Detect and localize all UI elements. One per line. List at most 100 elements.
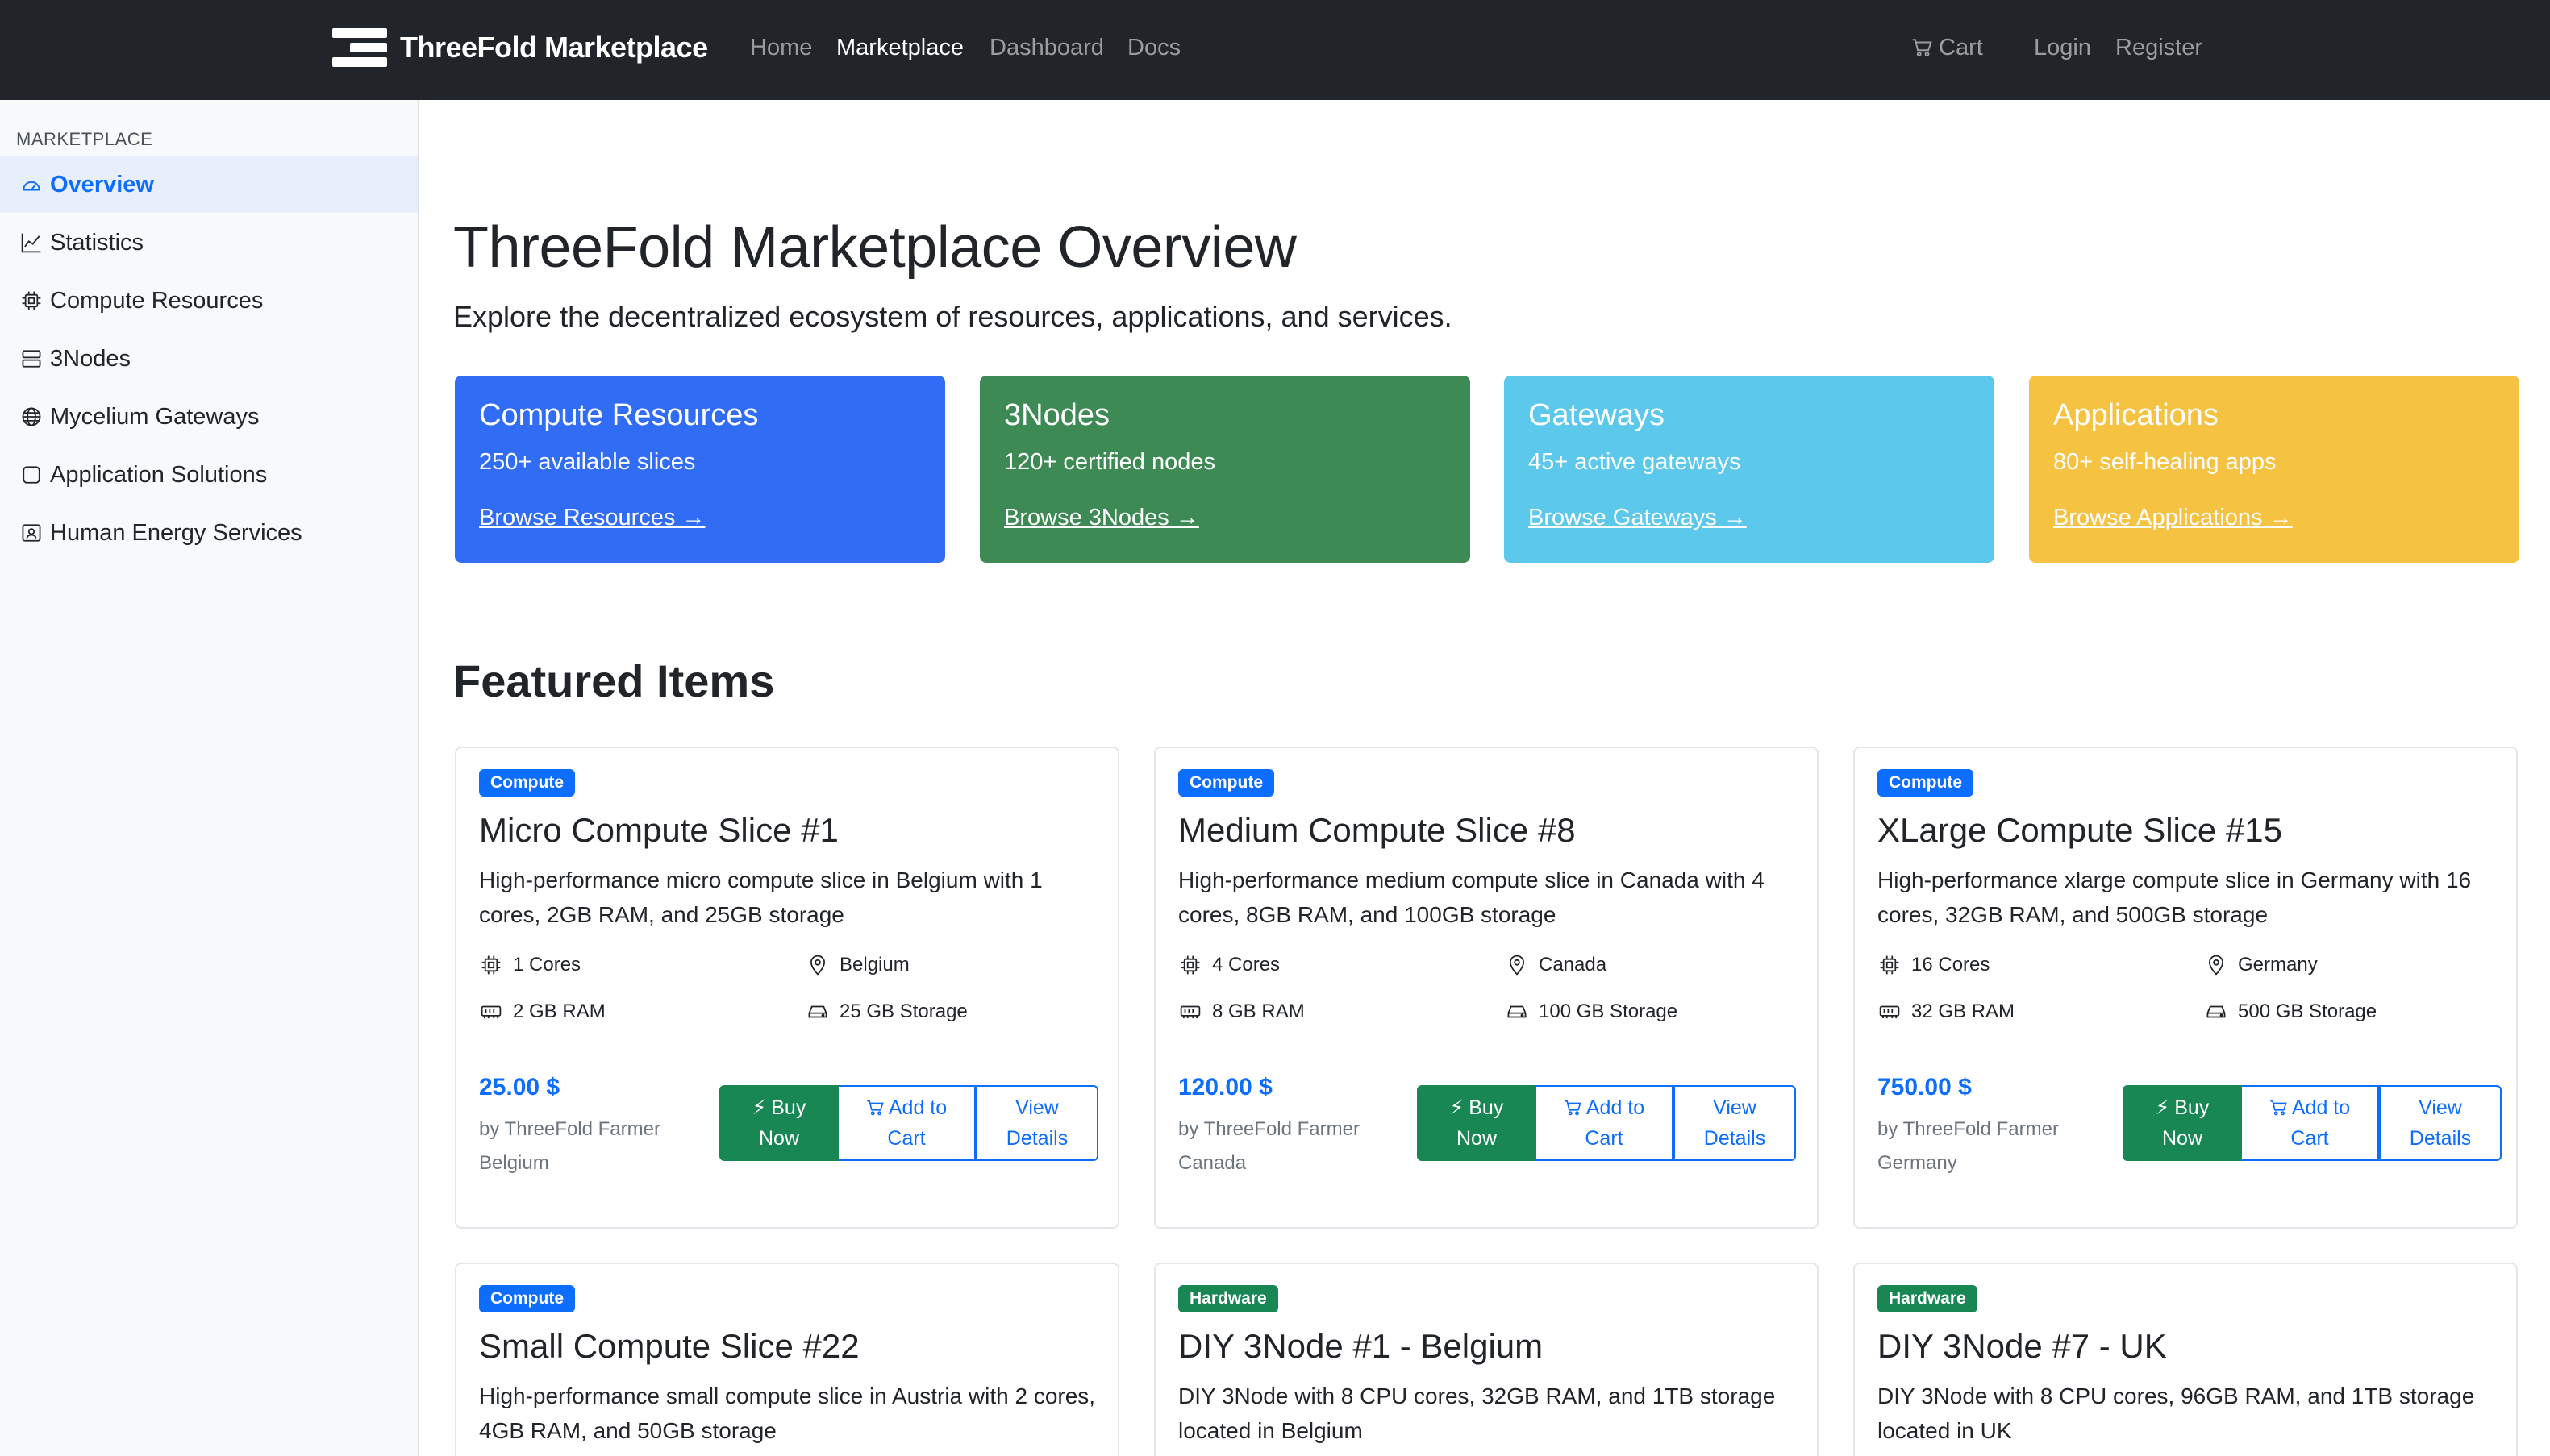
product-title[interactable]: Small Compute Slice #22 xyxy=(479,1327,1095,1366)
cart-icon xyxy=(867,1100,884,1116)
category-badge: Hardware xyxy=(1877,1285,1977,1312)
cpu-icon xyxy=(19,289,44,313)
memory-icon xyxy=(1877,1000,1902,1024)
sidebar-item-application-solutions[interactable]: Application Solutions xyxy=(0,447,418,503)
product-description: DIY 3Node with 8 CPU cores, 96GB RAM, an… xyxy=(1877,1383,2475,1443)
spec-value: 8 GB RAM xyxy=(1212,1000,1305,1022)
spec-value: 32 GB RAM xyxy=(1911,1000,2015,1022)
hdd-icon xyxy=(2204,1000,2228,1024)
spec-value: Canada xyxy=(1539,954,1607,976)
stat-card-title: Applications xyxy=(2053,398,2219,432)
app-icon xyxy=(19,463,44,487)
stat-card-subtitle: 45+ active gateways xyxy=(1528,449,1741,475)
stat-card-title: Compute Resources xyxy=(479,398,759,432)
stat-card-gateways: Gateways 45+ active gateways Browse Gate… xyxy=(1504,376,1994,563)
brand-link[interactable]: ThreeFold Marketplace xyxy=(332,23,708,73)
nav-marketplace[interactable]: Marketplace xyxy=(836,32,964,63)
browse-3nodes-link[interactable]: Browse 3Nodes → xyxy=(1004,505,1199,530)
product-title[interactable]: Micro Compute Slice #1 xyxy=(479,811,1095,850)
sidebar-item-compute-resources[interactable]: Compute Resources xyxy=(0,272,418,329)
product-description: High-performance medium compute slice in… xyxy=(1178,867,1765,927)
page-lead: Explore the decentralized ecosystem of r… xyxy=(453,300,1452,333)
product-seller: by ThreeFold Farmer Belgium xyxy=(479,1118,660,1174)
spec-ram: 32 GB RAM xyxy=(1877,1000,2015,1024)
add-to-cart-button[interactable]: Add to Cart xyxy=(2242,1085,2379,1161)
product-specs: 1 Cores Belgium 2 GB RAM 25 GB Storage xyxy=(479,953,1092,1034)
spec-storage: 100 GB Storage xyxy=(1505,1000,1677,1024)
category-badge: Compute xyxy=(479,1285,575,1312)
buy-now-button[interactable]: ⚡ Buy Now xyxy=(2123,1085,2242,1161)
sidebar-item-statistics[interactable]: Statistics xyxy=(0,214,418,271)
spec-value: 25 GB Storage xyxy=(840,1000,968,1022)
product-actions: ⚡ Buy Now Add to Cart View Details xyxy=(2123,1085,2502,1161)
spec-value: 4 Cores xyxy=(1212,954,1281,976)
product-specs: 16 Cores Germany 32 GB RAM 500 GB Storag… xyxy=(1877,953,2490,1034)
stat-card-subtitle: 250+ available slices xyxy=(479,449,696,475)
sidebar-item-label: Statistics xyxy=(50,229,144,256)
cpu-icon xyxy=(479,953,503,977)
product-card: Compute XLarge Compute Slice #15 High-pe… xyxy=(1853,747,2518,1229)
buy-now-button[interactable]: ⚡ Buy Now xyxy=(1417,1085,1536,1161)
product-title[interactable]: DIY 3Node #1 - Belgium xyxy=(1178,1327,1794,1366)
browse-gateways-link[interactable]: Browse Gateways → xyxy=(1528,505,1747,530)
sidebar-item-label: Application Solutions xyxy=(50,461,268,488)
nav-docs[interactable]: Docs xyxy=(1127,32,1181,63)
product-description: High-performance xlarge compute slice in… xyxy=(1877,867,2472,927)
graph-up-icon xyxy=(19,231,44,255)
nav-cart[interactable]: Cart xyxy=(1911,32,1983,63)
nav-register[interactable]: Register xyxy=(2115,32,2202,63)
buy-now-button[interactable]: ⚡ Buy Now xyxy=(719,1085,839,1161)
spec-cores: 4 Cores xyxy=(1178,953,1280,977)
add-to-cart-button[interactable]: Add to Cart xyxy=(1536,1085,1673,1161)
sidebar-item-label: Mycelium Gateways xyxy=(50,403,260,430)
sidebar-item-mycelium-gateways[interactable]: Mycelium Gateways xyxy=(0,389,418,445)
product-title[interactable]: XLarge Compute Slice #15 xyxy=(1877,811,2494,850)
globe-icon xyxy=(19,405,44,429)
product-card: Compute Medium Compute Slice #8 High-per… xyxy=(1154,747,1819,1229)
product-seller: by ThreeFold Farmer Germany xyxy=(1877,1118,2059,1174)
spec-value: 16 Cores xyxy=(1911,954,1990,976)
spec-value: 100 GB Storage xyxy=(1539,1000,1678,1022)
hdd-icon xyxy=(1505,1000,1529,1024)
nav-dashboard[interactable]: Dashboard xyxy=(990,32,1104,63)
spec-ram: 2 GB RAM xyxy=(479,1000,606,1024)
view-details-button[interactable]: View Details xyxy=(976,1085,1098,1161)
product-description: High-performance small compute slice in … xyxy=(479,1383,1096,1443)
browse-applications-link[interactable]: Browse Applications → xyxy=(2053,505,2293,530)
product-actions: ⚡ Buy Now Add to Cart View Details xyxy=(719,1085,1098,1161)
threefold-logo-icon xyxy=(332,25,387,70)
spec-location: Belgium xyxy=(806,953,910,977)
nav-cart-label: Cart xyxy=(1939,35,1983,60)
spec-value: 2 GB RAM xyxy=(513,1000,606,1022)
product-title[interactable]: DIY 3Node #7 - UK xyxy=(1877,1327,2494,1366)
product-seller: by ThreeFold Farmer Canada xyxy=(1178,1118,1360,1174)
product-price: 750.00 $ xyxy=(1877,1074,1972,1100)
sidebar: MARKETPLACE Overview Statistics Compute … xyxy=(0,100,419,1456)
product-title[interactable]: Medium Compute Slice #8 xyxy=(1178,811,1794,850)
product-price: 120.00 $ xyxy=(1178,1074,1273,1100)
sidebar-item-3nodes[interactable]: 3Nodes xyxy=(0,331,418,387)
sidebar-item-overview[interactable]: Overview xyxy=(0,156,418,213)
spec-storage: 500 GB Storage xyxy=(2204,1000,2377,1024)
spec-value: 1 Cores xyxy=(513,954,581,976)
view-details-button[interactable]: View Details xyxy=(2379,1085,2502,1161)
map-pin-icon xyxy=(1505,953,1529,977)
sidebar-item-label: Overview xyxy=(50,171,154,198)
hdd-icon xyxy=(806,1000,830,1024)
add-to-cart-button[interactable]: Add to Cart xyxy=(839,1085,976,1161)
page-title: ThreeFold Marketplace Overview xyxy=(453,215,1297,280)
sidebar-item-human-energy-services[interactable]: Human Energy Services xyxy=(0,505,418,561)
stat-card-subtitle: 120+ certified nodes xyxy=(1004,449,1215,475)
view-details-button[interactable]: View Details xyxy=(1673,1085,1796,1161)
spec-value: Germany xyxy=(2238,954,2318,976)
category-badge: Compute xyxy=(479,769,575,797)
nav-login[interactable]: Login xyxy=(2034,32,2091,63)
browse-resources-link[interactable]: Browse Resources → xyxy=(479,505,705,530)
brand-name: ThreeFold Marketplace xyxy=(400,31,708,64)
product-card: Compute Micro Compute Slice #1 High-perf… xyxy=(455,747,1119,1229)
server-icon xyxy=(19,347,44,371)
nav-home[interactable]: Home xyxy=(750,32,812,63)
sidebar-item-label: 3Nodes xyxy=(50,345,131,372)
stat-card-3nodes: 3Nodes 120+ certified nodes Browse 3Node… xyxy=(980,376,1470,563)
product-card: Compute Small Compute Slice #22 High-per… xyxy=(455,1263,1119,1456)
